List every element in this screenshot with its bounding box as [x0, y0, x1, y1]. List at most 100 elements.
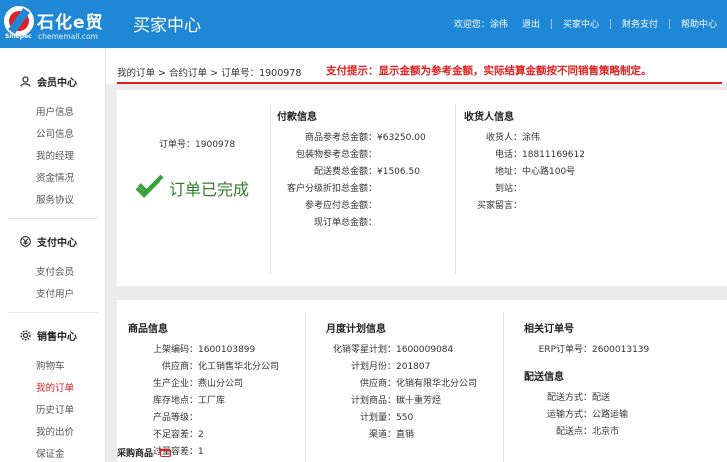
goods-info-title: 商品信息 — [128, 324, 168, 335]
column-divider — [455, 104, 456, 274]
page-title: 买家中心 — [133, 16, 201, 36]
field-value: 1600103899 — [198, 345, 256, 355]
plan-row: 渠道：直销 — [326, 427, 414, 440]
field-label: 生产企业： — [152, 379, 198, 389]
welcome-label: 欢迎您： — [453, 20, 490, 30]
top-nav: 欢迎您： 涂伟 退出 买家中心 财务支付 帮助中心 — [454, 17, 717, 30]
order-number-value: 1900978 — [195, 140, 236, 150]
sidebar-item-funds[interactable]: 资金情况 — [36, 170, 74, 184]
field-value: 1600009084 — [396, 345, 454, 355]
sidebar-group-member[interactable]: 会员中心 — [20, 74, 77, 89]
field-value: ¥63250.00 — [377, 133, 426, 143]
breadcrumb: 我的订单 > 合约订单 > 订单号：1900978 — [117, 65, 301, 79]
field-value: 化工销售华北分公司 — [198, 362, 280, 372]
brand-logo[interactable]: Sinopec 石化e贸 chememall.com — [4, 6, 104, 42]
goods-row: 生产企业：燕山分公司 — [128, 376, 243, 389]
sidebar-item-cart[interactable]: 购物车 — [36, 358, 65, 372]
field-label: 客户分级折扣总金额： — [286, 184, 377, 194]
nav-buyer-center[interactable]: 买家中心 — [563, 17, 599, 30]
nav-divider — [550, 18, 552, 29]
sidebar-item-history-orders[interactable]: 历史订单 — [36, 402, 74, 416]
sidebar-item-user-info[interactable]: 用户信息 — [36, 104, 74, 118]
check-icon — [135, 177, 161, 199]
sidebar-item-my-orders[interactable]: 我的订单 — [36, 380, 74, 394]
sinopec-emblem-icon — [4, 6, 34, 36]
sidebar-item-service-agreement[interactable]: 服务协议 — [36, 192, 74, 206]
receiver-info-title: 收货人信息 — [464, 112, 514, 123]
field-label: 计划商品： — [350, 396, 396, 406]
breadcrumb-separator: > — [210, 68, 222, 79]
sidebar-divider — [8, 312, 98, 313]
sidebar-item-my-manager[interactable]: 我的经理 — [36, 148, 74, 162]
username-link[interactable]: 涂伟 — [490, 17, 508, 30]
field-value: 工厂库 — [198, 396, 226, 406]
field-label: 化销零星计划： — [332, 345, 396, 355]
field-value: 燕山分公司 — [198, 379, 244, 389]
sidebar-item-my-bids[interactable]: 我的出价 — [36, 424, 74, 438]
field-label: 产品等级： — [152, 413, 198, 423]
sidebar-item-pay-member[interactable]: 支付会员 — [36, 264, 74, 278]
breadcrumb-order-number: 订单号：1900978 — [221, 68, 302, 79]
field-label: 配送费总金额： — [313, 167, 377, 177]
related-order-title: 相关订单号 — [524, 324, 574, 335]
cart-icon[interactable] — [159, 448, 172, 457]
column-divider — [305, 312, 306, 462]
payment-row: 商品参考总金额：¥63250.00 — [277, 130, 426, 143]
sidebar-group-label: 销售中心 — [37, 332, 77, 343]
field-label: 包装物参考总金额： — [295, 150, 377, 160]
sidebar-divider — [8, 218, 98, 219]
column-divider — [270, 104, 271, 274]
field-label: 供应商： — [359, 379, 396, 389]
order-number-label: 订单号： — [159, 140, 196, 150]
field-label: 运输方式： — [546, 410, 592, 420]
purchase-goods-label: 采购商品 — [117, 449, 154, 459]
field-label: 配送点： — [555, 427, 592, 437]
gear-icon — [20, 330, 31, 341]
sidebar: 会员中心 用户信息 公司信息 我的经理 资金情况 服务协议 支付中心 支付会员 … — [0, 48, 106, 462]
plan-row: 计划量：550 — [326, 410, 413, 423]
order-summary-panel: 订单号：1900978 订单已完成 付款信息 商品参考总金额：¥63250.00… — [117, 90, 727, 286]
sidebar-item-deposit[interactable]: 保证金 — [36, 446, 65, 460]
receiver-row: 到站： — [464, 181, 522, 194]
nav-help-center[interactable]: 帮助中心 — [681, 17, 717, 30]
sidebar-group-sales[interactable]: 销售中心 — [20, 328, 77, 343]
field-label: 计划量： — [359, 413, 396, 423]
payment-row: 客户分级折扣总金额： — [277, 181, 377, 194]
top-header: Sinopec 石化e贸 chememall.com 买家中心 欢迎您： 涂伟 … — [0, 0, 727, 48]
breadcrumb-my-orders[interactable]: 我的订单 — [117, 68, 155, 79]
nav-finance-pay[interactable]: 财务支付 — [622, 17, 658, 30]
sidebar-item-company-info[interactable]: 公司信息 — [36, 126, 74, 140]
field-value: ¥1506.50 — [377, 167, 420, 177]
goods-row: 产品等级： — [128, 410, 198, 423]
plan-row: 计划商品：碳十重芳烃 — [326, 393, 441, 406]
red-divider — [117, 82, 722, 84]
plan-row: 计划月份：201807 — [326, 359, 430, 372]
purchase-goods-heading: 采购商品 — [117, 446, 172, 459]
sidebar-item-pay-user[interactable]: 支付用户 — [36, 286, 74, 300]
sidebar-group-payment[interactable]: 支付中心 — [20, 234, 77, 249]
field-label: 库存地点： — [152, 396, 198, 406]
payment-tip: 支付提示：显示金额为参考金额，实际结算金额按不同销售策略制定。 — [326, 65, 652, 77]
field-value: 碳十重芳烃 — [396, 396, 442, 406]
field-value: 直销 — [396, 430, 415, 440]
field-label: 上架编码： — [152, 345, 198, 355]
goods-row: 上架编码：1600103899 — [128, 342, 255, 355]
plan-row: 供应商：化销有限华北分公司 — [326, 376, 477, 389]
logout-link[interactable]: 退出 — [522, 17, 540, 30]
receiver-row: 买家留言： — [464, 198, 522, 211]
field-value: 2 — [198, 430, 204, 440]
delivery-row: 配送点：北京市 — [524, 424, 619, 437]
breadcrumb-contract-orders[interactable]: 合约订单 — [169, 68, 207, 79]
field-value: 201807 — [396, 362, 431, 372]
field-label: 收货人： — [485, 133, 522, 143]
field-label: 渠道： — [368, 430, 396, 440]
field-label: 配送方式： — [546, 393, 592, 403]
yen-icon — [20, 236, 31, 247]
related-row: ERP订单号：2600013139 — [524, 342, 650, 355]
field-value: 北京市 — [592, 427, 620, 437]
field-label: 供应商： — [161, 362, 198, 372]
order-detail-panel: 商品信息 上架编码：1600103899 供应商：化工销售华北分公司 生产企业：… — [117, 300, 727, 462]
payment-row: 现订单总金额： — [277, 215, 377, 228]
delivery-row: 运输方式：公路运输 — [524, 407, 628, 420]
field-label: ERP订单号： — [538, 345, 592, 355]
